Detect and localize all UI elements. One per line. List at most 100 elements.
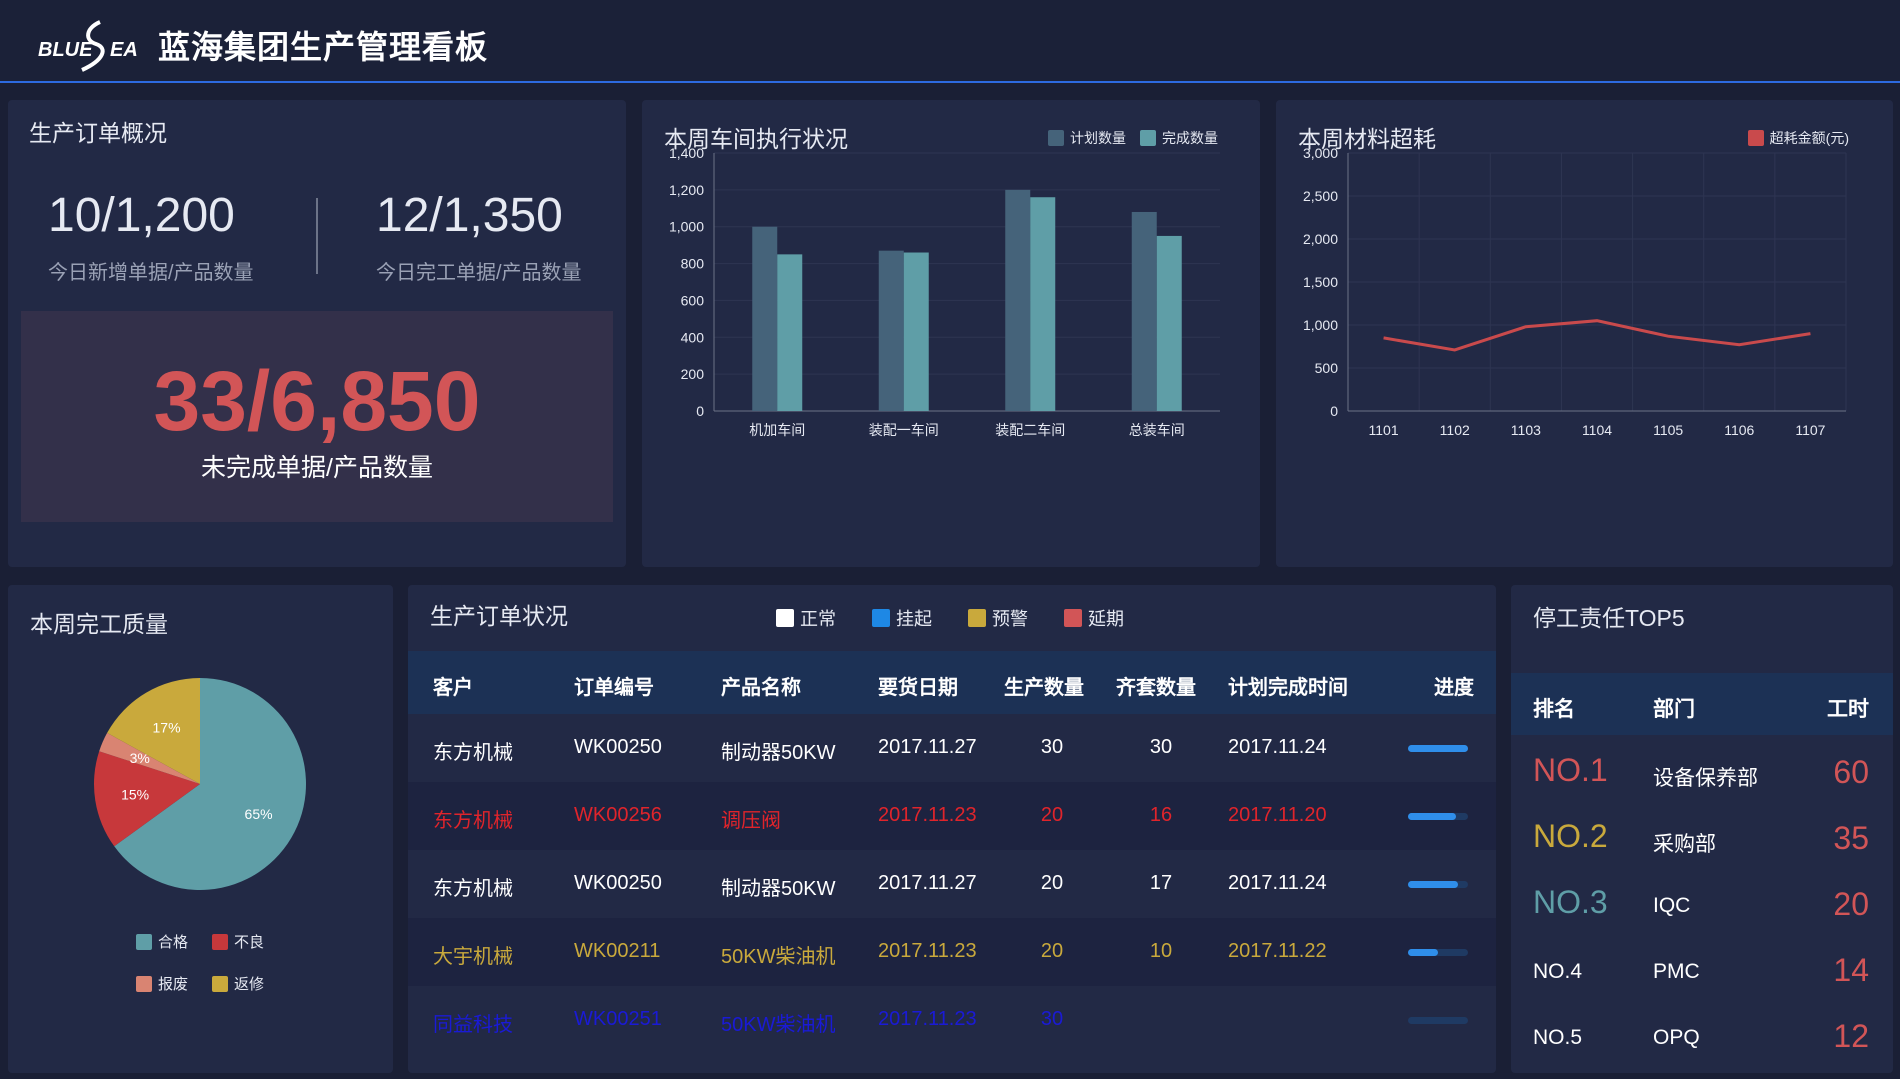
table-row[interactable]: 同益科技 WK00251 50KW柴油机 2017.11.23 30 (408, 986, 1496, 1054)
legend-label: 不良 (234, 934, 264, 951)
dept-label: OPQ (1653, 1026, 1700, 1049)
svg-text:EA: EA (110, 39, 138, 61)
status-suspended-label: 挂起 (896, 609, 932, 629)
overview-title: 生产订单概况 (29, 120, 167, 146)
list-item[interactable]: NO.3 IQC 20 (1511, 872, 1893, 938)
cell-product: 50KW柴油机 (721, 946, 836, 968)
col-qty[interactable]: 生产数量 (1004, 671, 1084, 700)
col-progress[interactable]: 进度 (1434, 671, 1474, 700)
hours-value: 20 (1833, 886, 1869, 922)
top5-panel: 停工责任TOP5 排名 部门 工时 NO.1 设备保养部 60 NO.2 采购部 35 NO… (1511, 585, 1893, 1073)
progress-fill (1408, 813, 1456, 820)
cell-product: 调压阀 (721, 810, 781, 832)
cell-plan: 2017.11.20 (1228, 804, 1327, 826)
x-tick-label: 总装车间 (1129, 422, 1185, 438)
status-legend-suspended: 挂起 (872, 605, 932, 631)
progress-bar (1408, 949, 1468, 956)
bar (903, 252, 929, 411)
svg-text:BLUE: BLUE (38, 39, 93, 61)
status-suspended-swatch (872, 609, 890, 627)
x-tick-label: 1104 (1582, 422, 1612, 438)
col-due-date[interactable]: 要货日期 (878, 671, 958, 700)
x-tick-label: 1105 (1653, 422, 1683, 438)
col-rank[interactable]: 排名 (1533, 693, 1575, 723)
status-legend-normal: 正常 (776, 605, 836, 631)
hours-value: 14 (1833, 952, 1869, 988)
table-row[interactable]: 东方机械 WK00250 制动器50KW 2017.11.27 20 17 2017.11.… (408, 850, 1496, 918)
cell-plan: 2017.11.22 (1228, 940, 1327, 962)
legend-swatch (136, 976, 152, 992)
x-tick-label: 1103 (1511, 422, 1541, 438)
cell-qty: 20 (1040, 804, 1064, 826)
status-legend-warning: 预警 (968, 605, 1028, 631)
header: BLUE EA 蓝海集团生产管理看板 (0, 0, 1900, 83)
y-tick-label: 1,400 (669, 145, 704, 161)
legend-label: 返修 (234, 976, 264, 993)
cell-product: 制动器50KW (721, 878, 836, 900)
col-plan-date[interactable]: 计划完成时间 (1228, 671, 1348, 700)
cell-kit: 17 (1149, 872, 1173, 894)
bluesea-logo: BLUE EA (38, 20, 138, 72)
cell-order-no: WK00250 (574, 736, 662, 758)
table-row[interactable]: 大宇机械 WK00211 50KW柴油机 2017.11.23 20 10 2017.11.… (408, 918, 1496, 986)
cell-customer: 东方机械 (433, 878, 513, 900)
cell-product: 制动器50KW (721, 742, 836, 764)
list-item[interactable]: NO.4 PMC 14 (1511, 938, 1893, 1004)
col-hours[interactable]: 工时 (1827, 693, 1869, 723)
status-delayed-swatch (1064, 609, 1082, 627)
legend-swatch (136, 934, 152, 950)
overview-divider (316, 198, 318, 274)
legend-swatch (212, 976, 228, 992)
cell-customer: 东方机械 (433, 810, 513, 832)
col-kit-qty[interactable]: 齐套数量 (1116, 671, 1196, 700)
col-order-no[interactable]: 订单编号 (574, 671, 654, 700)
y-tick-label: 1,500 (1303, 274, 1338, 290)
slice-label: 17% (153, 719, 181, 735)
bar (1156, 235, 1182, 411)
status-legend-delayed: 延期 (1064, 605, 1124, 631)
pending-box: 33/6,850 未完成单据/产品数量 (21, 311, 613, 522)
col-dept[interactable]: 部门 (1653, 693, 1695, 723)
hours-value: 35 (1833, 820, 1869, 856)
workshop-panel: 本周车间执行状况 完成数量 计划数量 0 200 400 600 800 1,000 1,20… (642, 100, 1260, 567)
cell-due: 2017.11.23 (878, 804, 977, 826)
x-tick-label: 装配二车间 (995, 422, 1065, 438)
cell-order-no: WK00211 (574, 940, 661, 962)
rank-label: NO.5 (1533, 1026, 1583, 1049)
y-tick-label: 2,500 (1303, 188, 1338, 204)
cell-order-no: WK00251 (574, 1008, 662, 1030)
bar (878, 250, 904, 411)
status-normal-swatch (776, 609, 794, 627)
cell-qty: 20 (1040, 940, 1064, 962)
y-tick-label: 600 (681, 292, 705, 308)
material-panel: 本周材料超耗 超耗金额(元) 0 500 1,000 1,500 2,000 2,500 3… (1276, 100, 1893, 567)
table-row[interactable]: 东方机械 WK00250 制动器50KW 2017.11.27 30 30 2017.11.… (408, 714, 1496, 782)
table-row[interactable]: 东方机械 WK00256 调压阀 2017.11.23 20 16 2017.11.20 (408, 782, 1496, 850)
col-customer[interactable]: 客户 (433, 671, 473, 700)
x-tick-label: 1102 (1440, 422, 1470, 438)
rank-label: NO.4 (1533, 960, 1583, 983)
bar (1131, 211, 1157, 411)
progress-fill (1408, 745, 1468, 752)
list-item[interactable]: NO.2 采购部 35 (1511, 806, 1893, 872)
material-line-chart: 0 500 1,000 1,500 2,000 2,500 3,000 1101 1102 110… (1303, 145, 1847, 438)
pending-value: 33/6,850 (153, 354, 481, 448)
orders-title: 生产订单状况 (430, 603, 568, 629)
cell-customer: 大宇机械 (433, 946, 513, 968)
col-product[interactable]: 产品名称 (721, 671, 801, 700)
list-item[interactable]: NO.5 OPQ 12 (1511, 1004, 1893, 1070)
slice-label: 65% (245, 806, 273, 822)
progress-bar (1408, 813, 1468, 820)
list-item[interactable]: NO.1 设备保养部 60 (1511, 740, 1893, 806)
cell-kit: 10 (1149, 940, 1173, 962)
cell-customer: 东方机械 (433, 742, 513, 764)
dept-label: PMC (1653, 960, 1700, 983)
cell-order-no: WK00250 (574, 872, 662, 894)
rank-label: NO.2 (1533, 818, 1608, 854)
bar (1030, 197, 1056, 411)
progress-fill (1408, 949, 1438, 956)
y-tick-label: 500 (1315, 360, 1339, 376)
cell-plan: 2017.11.24 (1228, 872, 1327, 894)
y-tick-label: 1,000 (1303, 317, 1338, 333)
cell-due: 2017.11.27 (878, 736, 977, 758)
